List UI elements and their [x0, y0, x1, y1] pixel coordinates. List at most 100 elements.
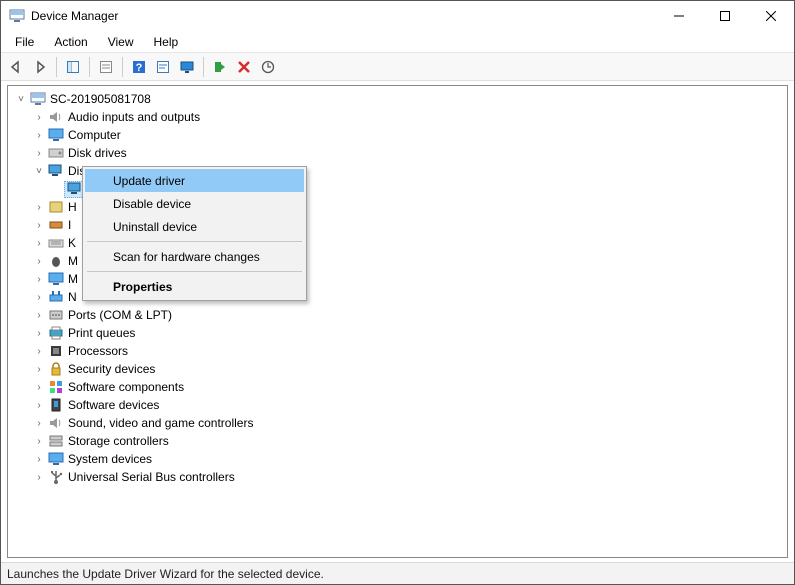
back-button[interactable] [5, 56, 27, 78]
tree-item-disk-drives[interactable]: › Disk drives [14, 144, 783, 162]
tree-item-software-components[interactable]: › Software components [14, 378, 783, 396]
expand-icon[interactable]: › [32, 436, 46, 447]
tree-item-label: N [68, 290, 77, 304]
expand-icon[interactable]: › [32, 328, 46, 339]
expand-icon[interactable]: › [32, 292, 46, 303]
tree-item-processors[interactable]: › Processors [14, 342, 783, 360]
svg-text:?: ? [136, 62, 143, 74]
ctx-separator [87, 271, 302, 272]
display-button[interactable] [176, 56, 198, 78]
update-driver-button[interactable] [209, 56, 231, 78]
scan-hardware-button[interactable] [257, 56, 279, 78]
disk-icon [48, 145, 64, 161]
collapse-icon[interactable]: ˅ [32, 166, 46, 177]
action-button[interactable] [152, 56, 174, 78]
expand-icon[interactable]: ˅ [14, 94, 28, 105]
close-button[interactable] [748, 1, 794, 31]
app-icon [9, 8, 25, 24]
forward-button[interactable] [29, 56, 51, 78]
expand-icon[interactable]: › [32, 130, 46, 141]
context-menu: Update driver Disable device Uninstall d… [82, 166, 307, 301]
window-controls [656, 1, 794, 31]
ctx-item-label: Update driver [113, 174, 185, 188]
cpu-icon [48, 343, 64, 359]
ctx-uninstall-device[interactable]: Uninstall device [85, 215, 304, 238]
device-icon [48, 199, 64, 215]
computer-icon [30, 91, 46, 107]
keyboard-icon [48, 235, 64, 251]
speaker-icon [48, 109, 64, 125]
tree-item-label: Disk drives [68, 146, 127, 160]
toolbar-separator [122, 57, 123, 77]
expand-icon[interactable]: › [32, 202, 46, 213]
tree-item-ports[interactable]: › Ports (COM & LPT) [14, 306, 783, 324]
display-adapter-icon [48, 163, 64, 179]
expand-icon[interactable]: › [32, 418, 46, 429]
toolbar: ? [1, 53, 794, 81]
show-hide-tree-button[interactable] [62, 56, 84, 78]
printer-icon [48, 325, 64, 341]
title-bar: Device Manager [1, 1, 794, 31]
menu-action[interactable]: Action [44, 33, 97, 51]
menu-file[interactable]: File [5, 33, 44, 51]
expand-icon[interactable]: › [32, 220, 46, 231]
ctx-item-label: Scan for hardware changes [113, 250, 260, 264]
software-device-icon [48, 397, 64, 413]
tree-item-storage[interactable]: › Storage controllers [14, 432, 783, 450]
component-icon [48, 379, 64, 395]
tree-item-label: Storage controllers [68, 434, 169, 448]
expand-icon[interactable]: › [32, 364, 46, 375]
menu-bar: File Action View Help [1, 31, 794, 53]
tree-item-label: H [68, 200, 77, 214]
tree-item-software-devices[interactable]: › Software devices [14, 396, 783, 414]
expand-icon[interactable]: › [32, 238, 46, 249]
expand-icon[interactable]: › [32, 310, 46, 321]
tree-item-sound[interactable]: › Sound, video and game controllers [14, 414, 783, 432]
expand-icon[interactable]: › [32, 346, 46, 357]
menu-help[interactable]: Help [144, 33, 189, 51]
menu-view[interactable]: View [98, 33, 144, 51]
tree-item-print-queues[interactable]: › Print queues [14, 324, 783, 342]
tree-item-label: K [68, 236, 76, 250]
speaker-icon [48, 415, 64, 431]
ctx-scan-hardware[interactable]: Scan for hardware changes [85, 245, 304, 268]
tree-item-security[interactable]: › Security devices [14, 360, 783, 378]
tree-item-system[interactable]: › System devices [14, 450, 783, 468]
help-button[interactable]: ? [128, 56, 150, 78]
usb-icon [48, 469, 64, 485]
ctx-item-label: Uninstall device [113, 220, 197, 234]
uninstall-button[interactable] [233, 56, 255, 78]
properties-button[interactable] [95, 56, 117, 78]
tree-item-label: Security devices [68, 362, 155, 376]
tree-root[interactable]: ˅ SC-201905081708 [14, 90, 783, 108]
minimize-button[interactable] [656, 1, 702, 31]
display-adapter-icon [67, 181, 83, 197]
tree-item-label: Software devices [68, 398, 159, 412]
tree-item-label: Sound, video and game controllers [68, 416, 253, 430]
tree-item-audio[interactable]: › Audio inputs and outputs [14, 108, 783, 126]
tree-item-label: Processors [68, 344, 128, 358]
tree-item-usb[interactable]: › Universal Serial Bus controllers [14, 468, 783, 486]
ctx-update-driver[interactable]: Update driver [85, 169, 304, 192]
tree-item-computer[interactable]: › Computer [14, 126, 783, 144]
tree-panel[interactable]: ˅ SC-201905081708 › Audio inputs and out… [7, 85, 788, 558]
maximize-button[interactable] [702, 1, 748, 31]
expand-icon[interactable]: › [32, 274, 46, 285]
expand-icon[interactable]: › [32, 454, 46, 465]
expand-icon[interactable]: › [32, 112, 46, 123]
ctx-disable-device[interactable]: Disable device [85, 192, 304, 215]
ctx-properties[interactable]: Properties [85, 275, 304, 298]
storage-icon [48, 433, 64, 449]
expand-icon[interactable]: › [32, 256, 46, 267]
tree-item-label: Print queues [68, 326, 135, 340]
tree-item-label: System devices [68, 452, 152, 466]
expand-icon[interactable]: › [32, 148, 46, 159]
status-bar: Launches the Update Driver Wizard for th… [1, 562, 794, 584]
expand-icon[interactable]: › [32, 472, 46, 483]
device-icon [48, 217, 64, 233]
tree-item-label: M [68, 254, 78, 268]
toolbar-separator [203, 57, 204, 77]
expand-icon[interactable]: › [32, 400, 46, 411]
tree-item-label: Audio inputs and outputs [68, 110, 200, 124]
expand-icon[interactable]: › [32, 382, 46, 393]
